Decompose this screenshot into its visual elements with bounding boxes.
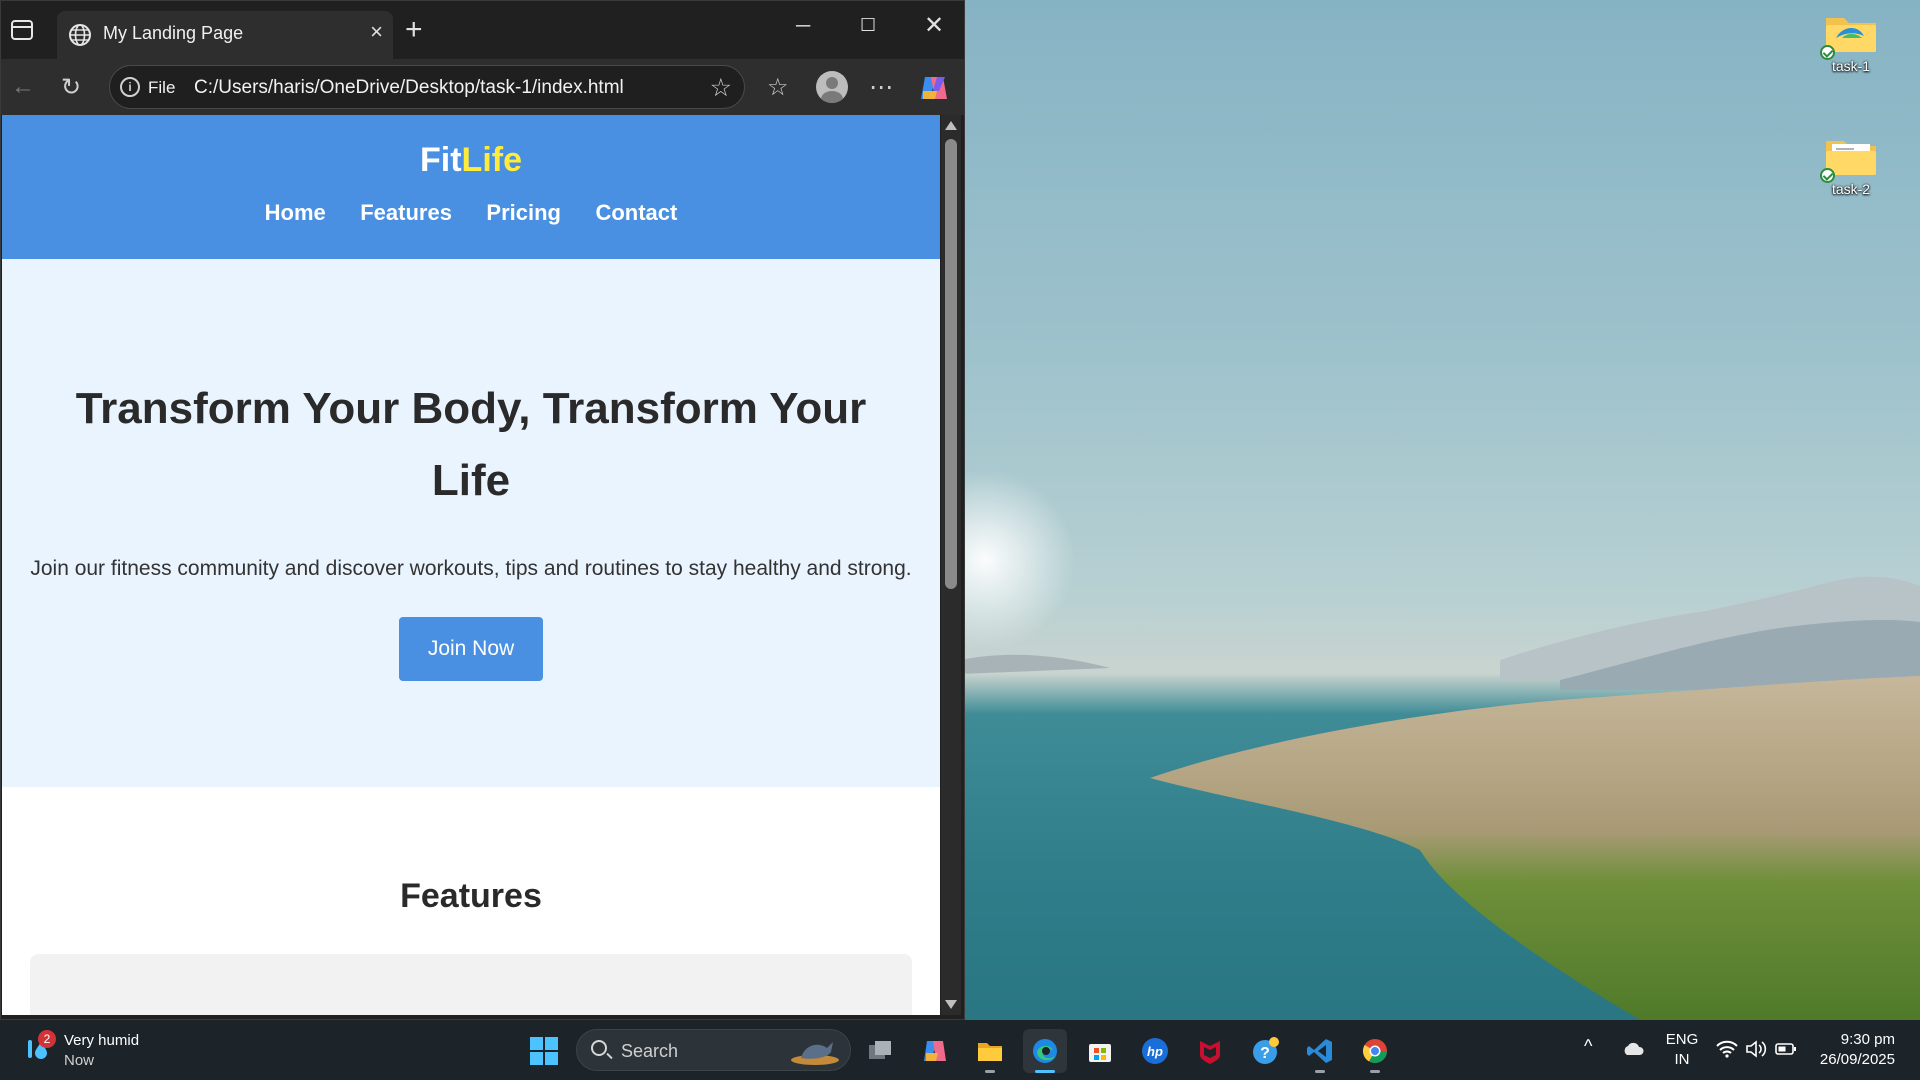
svg-text:hp: hp xyxy=(1147,1044,1163,1059)
show-hidden-icons-icon[interactable]: ^ xyxy=(1584,1036,1592,1057)
vscode-icon xyxy=(1307,1039,1332,1063)
browser-tab[interactable]: My Landing Page × xyxy=(57,11,393,59)
taskbar-copilot[interactable] xyxy=(913,1029,957,1073)
page-viewport: FitLife Home Features Pricing Contact Tr… xyxy=(2,115,940,1015)
nav-link-pricing[interactable]: Pricing xyxy=(486,200,561,226)
sync-status-icon xyxy=(1820,168,1835,183)
scroll-thumb[interactable] xyxy=(945,139,957,589)
taskbar-hp[interactable]: hp xyxy=(1133,1029,1177,1073)
desktop-icon-task-1[interactable]: task-1 xyxy=(1806,12,1896,74)
battery-icon[interactable] xyxy=(1775,1042,1797,1056)
taskbar-chrome[interactable] xyxy=(1353,1029,1397,1073)
start-button[interactable] xyxy=(530,1037,558,1065)
system-clock[interactable]: 9:30 pm 26/09/2025 xyxy=(1805,1030,1895,1070)
nav-link-features[interactable]: Features xyxy=(360,200,452,226)
sync-status-icon xyxy=(1820,45,1835,60)
wifi-icon[interactable] xyxy=(1716,1040,1738,1058)
clock-date: 26/09/2025 xyxy=(1819,1051,1895,1068)
taskbar-vscode[interactable] xyxy=(1298,1029,1342,1073)
folder-icon xyxy=(1820,12,1878,60)
tab-title: My Landing Page xyxy=(103,23,244,43)
favorites-icon[interactable]: ☆ xyxy=(767,73,789,102)
feature-card xyxy=(30,954,912,1015)
page-scrollbar[interactable] xyxy=(941,115,961,1015)
taskbar-mcafee[interactable] xyxy=(1188,1029,1232,1073)
taskbar-get-help[interactable]: ? xyxy=(1243,1029,1287,1073)
copilot-icon[interactable] xyxy=(917,71,951,105)
input-language[interactable]: ENG IN xyxy=(1662,1030,1702,1070)
search-icon xyxy=(591,1040,607,1056)
weather-badge: 2 xyxy=(38,1030,56,1048)
weather-condition: Very humid xyxy=(64,1032,140,1049)
lang-code: ENG xyxy=(1665,1031,1699,1048)
features-heading: Features xyxy=(400,877,542,915)
features-section: Features xyxy=(2,787,940,1015)
desktop-icon-label: task-2 xyxy=(1831,181,1871,197)
folder-icon xyxy=(1820,135,1878,183)
hp-icon: hp xyxy=(1142,1038,1168,1064)
onedrive-icon[interactable] xyxy=(1622,1042,1644,1056)
copilot-icon xyxy=(924,1041,946,1061)
taskbar-file-explorer[interactable] xyxy=(968,1029,1012,1073)
browser-titlebar: My Landing Page × + ─ ☐ ✕ xyxy=(1,1,964,59)
store-icon xyxy=(1089,1044,1111,1062)
minimize-icon[interactable]: ─ xyxy=(796,15,810,38)
hero-title: Transform Your Body, Transform Your Life xyxy=(75,384,867,505)
address-url[interactable]: C:/Users/haris/OneDrive/Desktop/task-1/i… xyxy=(194,77,624,99)
address-bar[interactable]: i File C:/Users/haris/OneDrive/Desktop/t… xyxy=(109,65,745,109)
nav-link-home[interactable]: Home xyxy=(265,200,326,226)
taskbar-store[interactable] xyxy=(1078,1029,1122,1073)
search-highlight-icon xyxy=(791,1042,839,1065)
join-now-button[interactable]: Join Now xyxy=(398,617,544,681)
back-icon[interactable]: ← xyxy=(11,73,35,101)
site-nav: Home Features Pricing Contact xyxy=(2,200,940,226)
close-tab-icon[interactable]: × xyxy=(370,19,383,45)
refresh-icon[interactable]: ↻ xyxy=(61,73,81,102)
favorite-star-icon[interactable]: ☆ xyxy=(710,73,732,103)
file-explorer-icon xyxy=(978,1043,1002,1061)
windows-logo-icon xyxy=(530,1037,543,1050)
weather-widget[interactable]: 2 Very humid Now xyxy=(20,1030,160,1072)
address-scheme: File xyxy=(148,78,176,97)
weather-time: Now xyxy=(64,1052,95,1069)
site-logo[interactable]: FitLife xyxy=(2,141,940,180)
search-placeholder: Search xyxy=(621,1041,679,1061)
logo-main: Fit xyxy=(420,141,462,179)
edge-icon xyxy=(1033,1039,1057,1063)
globe-icon xyxy=(69,24,91,46)
taskbar-search[interactable]: Search xyxy=(576,1029,851,1071)
help-icon: ? xyxy=(1253,1037,1279,1064)
lang-region: IN xyxy=(1674,1051,1690,1068)
hero-section: Transform Your Body, Transform Your Life… xyxy=(2,259,940,787)
volume-icon[interactable] xyxy=(1745,1040,1767,1058)
browser-window: My Landing Page × + ─ ☐ ✕ ← ↻ i File C:/… xyxy=(0,0,965,1020)
desktop-icon-task-2[interactable]: task-2 xyxy=(1806,135,1896,197)
hero-text: Join our fitness community and discover … xyxy=(30,557,912,580)
more-menu-icon[interactable]: ⋯ xyxy=(869,73,893,102)
taskbar: 2 Very humid Now Search hp ? ^ ENG IN 9:… xyxy=(0,1020,1920,1080)
taskbar-edge[interactable] xyxy=(1023,1029,1067,1073)
task-view-icon xyxy=(869,1041,891,1059)
taskbar-task-view[interactable] xyxy=(858,1029,902,1073)
chrome-icon xyxy=(1362,1039,1387,1064)
scroll-down-icon[interactable] xyxy=(945,1000,957,1009)
profile-avatar[interactable] xyxy=(816,71,848,103)
mcafee-icon xyxy=(1200,1041,1220,1064)
scroll-up-icon[interactable] xyxy=(945,121,957,130)
svg-text:?: ? xyxy=(1260,1045,1270,1062)
maximize-icon[interactable]: ☐ xyxy=(860,15,876,36)
logo-accent: Life xyxy=(461,141,522,179)
nav-link-contact[interactable]: Contact xyxy=(595,200,677,226)
clock-time: 9:30 pm xyxy=(1840,1031,1895,1048)
site-header: FitLife Home Features Pricing Contact xyxy=(2,115,940,259)
desktop-icon-label: task-1 xyxy=(1831,58,1871,74)
browser-toolbar: ← ↻ i File C:/Users/haris/OneDrive/Deskt… xyxy=(1,59,964,115)
close-window-icon[interactable]: ✕ xyxy=(924,11,944,40)
info-icon[interactable]: i xyxy=(120,77,140,97)
tab-actions-icon[interactable] xyxy=(11,20,33,40)
new-tab-button[interactable]: + xyxy=(405,15,423,45)
